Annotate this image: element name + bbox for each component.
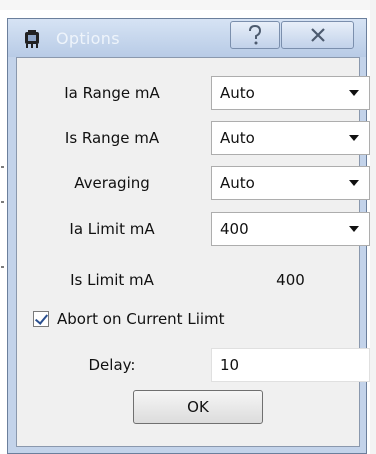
averaging-row: Averaging Auto	[17, 166, 370, 200]
abort-label[interactable]: Abort on Current Liimt	[57, 310, 225, 328]
averaging-label: Averaging	[74, 174, 150, 192]
chevron-down-icon[interactable]	[349, 90, 359, 96]
delay-row: Delay:	[17, 348, 370, 382]
question-icon	[249, 24, 262, 45]
chevron-down-icon[interactable]	[349, 226, 359, 232]
ia-range-value: Auto	[220, 84, 255, 102]
close-icon	[310, 28, 325, 42]
averaging-value: Auto	[220, 174, 255, 192]
ia-limit-select[interactable]: 400	[211, 212, 370, 246]
window-title: Options	[56, 29, 120, 48]
abort-checkbox-row[interactable]: Abort on Current Liimt	[33, 308, 225, 330]
ia-range-label: Ia Range mA	[64, 84, 160, 102]
is-range-label: Is Range mA	[64, 129, 160, 147]
ia-limit-row: Ia Limit mA 400	[17, 212, 370, 246]
help-button[interactable]	[230, 21, 280, 49]
options-dialog: Options Ia Range mA Auto Is Range mA Aut…	[7, 18, 370, 454]
averaging-select[interactable]: Auto	[211, 166, 370, 200]
ia-range-select[interactable]: Auto	[211, 76, 370, 110]
title-bar[interactable]: Options	[8, 19, 366, 57]
is-range-select[interactable]: Auto	[211, 121, 370, 155]
ia-limit-label: Ia Limit mA	[69, 220, 155, 238]
app-icon	[25, 30, 39, 48]
chevron-down-icon[interactable]	[349, 180, 359, 186]
background-app-strip	[0, 0, 376, 10]
ia-limit-value: 400	[220, 220, 249, 238]
is-limit-row: Is Limit mA 400	[17, 263, 359, 297]
background-app-edge	[370, 0, 376, 454]
close-button[interactable]	[281, 21, 354, 49]
delay-label: Delay:	[88, 356, 136, 374]
dialog-content: Ia Range mA Auto Is Range mA Auto Averag…	[16, 57, 370, 447]
abort-checkbox[interactable]	[33, 311, 49, 327]
delay-input[interactable]	[211, 348, 370, 382]
is-range-value: Auto	[220, 129, 255, 147]
check-icon	[34, 311, 49, 325]
is-limit-value: 400	[276, 271, 305, 289]
background-mark	[1, 201, 4, 203]
is-range-row: Is Range mA Auto	[17, 121, 370, 155]
background-mark	[1, 266, 4, 268]
ia-range-row: Ia Range mA Auto	[17, 76, 370, 110]
background-mark	[1, 166, 4, 168]
is-limit-label: Is Limit mA	[70, 271, 154, 289]
chevron-down-icon[interactable]	[349, 135, 359, 141]
ok-button[interactable]: OK	[133, 390, 263, 424]
